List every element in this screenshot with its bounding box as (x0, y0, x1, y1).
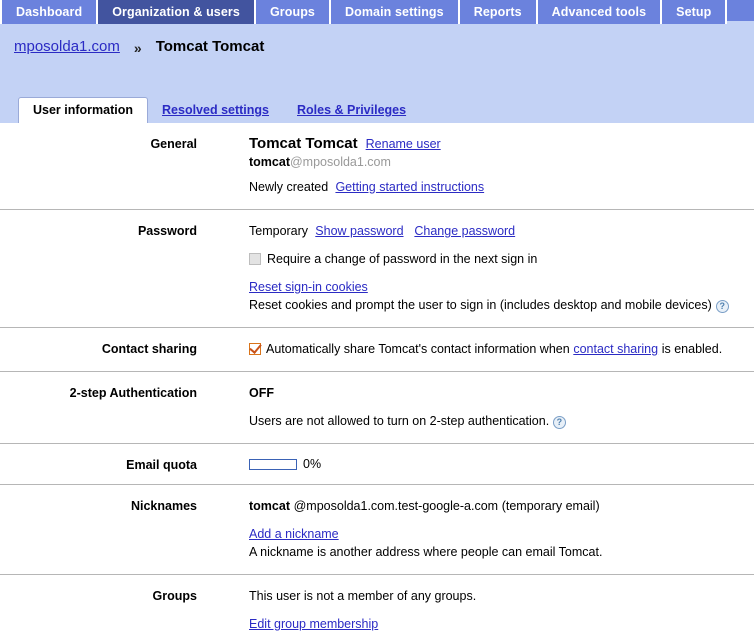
section-general: General Tomcat Tomcat Rename user tomcat@… (0, 123, 754, 210)
password-temporary-text: Temporary (249, 224, 308, 238)
section-general-label: General (0, 136, 197, 197)
section-nicknames: Nicknames tomcat @mposolda1.com.test-goo… (0, 485, 754, 575)
nav-tab-domain-settings[interactable]: Domain settings (331, 0, 460, 24)
email-domain-text: @mposolda1.com (290, 155, 391, 169)
nav-tab-reports[interactable]: Reports (460, 0, 538, 24)
tab-roles-privileges[interactable]: Roles & Privileges (283, 98, 420, 123)
groups-empty-row: This user is not a member of any groups. (249, 588, 754, 604)
reset-signin-cookies-link[interactable]: Reset sign-in cookies (249, 280, 368, 294)
section-two-step-label: 2-step Authentication (0, 385, 197, 431)
two-step-description-row: Users are not allowed to turn on 2-step … (249, 413, 754, 429)
require-password-change-label: Require a change of password in the next… (267, 252, 537, 266)
nickname-domain: @mposolda1.com.test-google-a.com (294, 499, 498, 513)
user-full-name: Tomcat Tomcat (249, 135, 358, 152)
rename-user-link[interactable]: Rename user (366, 137, 441, 151)
username-text: tomcat (249, 155, 290, 169)
page-title: Tomcat Tomcat (156, 38, 265, 55)
change-password-link[interactable]: Change password (414, 224, 515, 238)
password-links-row: Temporary Show password Change password (249, 223, 754, 239)
nav-tab-groups[interactable]: Groups (256, 0, 331, 24)
section-email-quota: Email quota 0% (0, 444, 754, 485)
general-status-row: Newly created Getting started instructio… (249, 179, 754, 195)
require-password-change-row[interactable]: Require a change of password in the next… (249, 251, 754, 267)
section-email-quota-label: Email quota (0, 457, 197, 472)
section-nicknames-label: Nicknames (0, 498, 197, 562)
section-two-step-authentication: 2-step Authentication OFF Users are not … (0, 372, 754, 444)
section-contact-sharing: Contact sharing Automatically share Tomc… (0, 328, 754, 372)
nav-tab-advanced-tools[interactable]: Advanced tools (538, 0, 662, 24)
breadcrumb: mposolda1.com » Tomcat Tomcat (0, 24, 754, 95)
edit-group-membership-row: Edit group membership (249, 616, 754, 632)
contact-sharing-row: Automatically share Tomcat's contact inf… (249, 341, 754, 357)
two-step-state-row: OFF (249, 385, 754, 401)
nav-tab-organization-users[interactable]: Organization & users (98, 0, 256, 24)
nickname-note: (temporary email) (502, 499, 600, 513)
general-name-row: Tomcat Tomcat Rename user (249, 136, 754, 152)
add-nickname-link[interactable]: Add a nickname (249, 527, 339, 541)
reset-cookies-desc-row: Reset cookies and prompt the user to sig… (249, 297, 754, 313)
nav-tab-dashboard[interactable]: Dashboard (0, 0, 98, 24)
nickname-description-row: A nickname is another address where peop… (249, 544, 754, 560)
contact-sharing-checkbox[interactable] (249, 343, 261, 355)
help-icon[interactable]: ? (716, 300, 729, 313)
general-email-row: tomcat@mposolda1.com (249, 155, 754, 169)
contact-sharing-text-after: is enabled. (662, 342, 722, 356)
section-password-label: Password (0, 223, 197, 315)
contact-sharing-link[interactable]: contact sharing (573, 342, 658, 356)
breadcrumb-separator: » (134, 38, 142, 56)
two-step-description: Users are not allowed to turn on 2-step … (249, 414, 549, 428)
two-step-state: OFF (249, 386, 274, 400)
help-icon[interactable]: ? (553, 416, 566, 429)
reset-cookies-description: Reset cookies and prompt the user to sig… (249, 298, 712, 312)
email-quota-row: 0% (249, 457, 754, 471)
primary-nav-bar: Dashboard Organization & users Groups Do… (0, 0, 754, 24)
require-password-change-checkbox[interactable] (249, 253, 261, 265)
status-badge: Newly created (249, 180, 328, 194)
nav-tab-setup[interactable]: Setup (662, 0, 727, 24)
sub-tab-bar: User information Resolved settings Roles… (0, 95, 754, 123)
email-quota-percent: 0% (303, 457, 321, 471)
user-information-panel: General Tomcat TomcatRename user tomcat@… (0, 123, 754, 641)
section-contact-sharing-label: Contact sharing (0, 341, 197, 359)
getting-started-link[interactable]: Getting started instructions (335, 180, 484, 194)
add-nickname-row: Add a nickname (249, 526, 754, 542)
tab-resolved-settings[interactable]: Resolved settings (148, 98, 283, 123)
breadcrumb-domain-link[interactable]: mposolda1.com (14, 38, 120, 55)
email-quota-progress-bar (249, 459, 297, 470)
nickname-name: tomcat (249, 499, 290, 513)
edit-group-membership-link[interactable]: Edit group membership (249, 617, 378, 631)
groups-empty-text: This user is not a member of any groups. (249, 589, 476, 603)
show-password-link[interactable]: Show password (315, 224, 403, 238)
section-password: Password Temporary Show password Change … (0, 210, 754, 328)
reset-cookies-link-row: Reset sign-in cookies (249, 279, 754, 295)
section-groups-label: Groups (0, 588, 197, 634)
nickname-row: tomcat @mposolda1.com.test-google-a.com … (249, 498, 754, 514)
nickname-description: A nickname is another address where peop… (249, 545, 602, 559)
contact-sharing-text-before: Automatically share Tomcat's contact inf… (266, 342, 570, 356)
section-groups: Groups This user is not a member of any … (0, 575, 754, 641)
tab-user-information[interactable]: User information (18, 97, 148, 123)
